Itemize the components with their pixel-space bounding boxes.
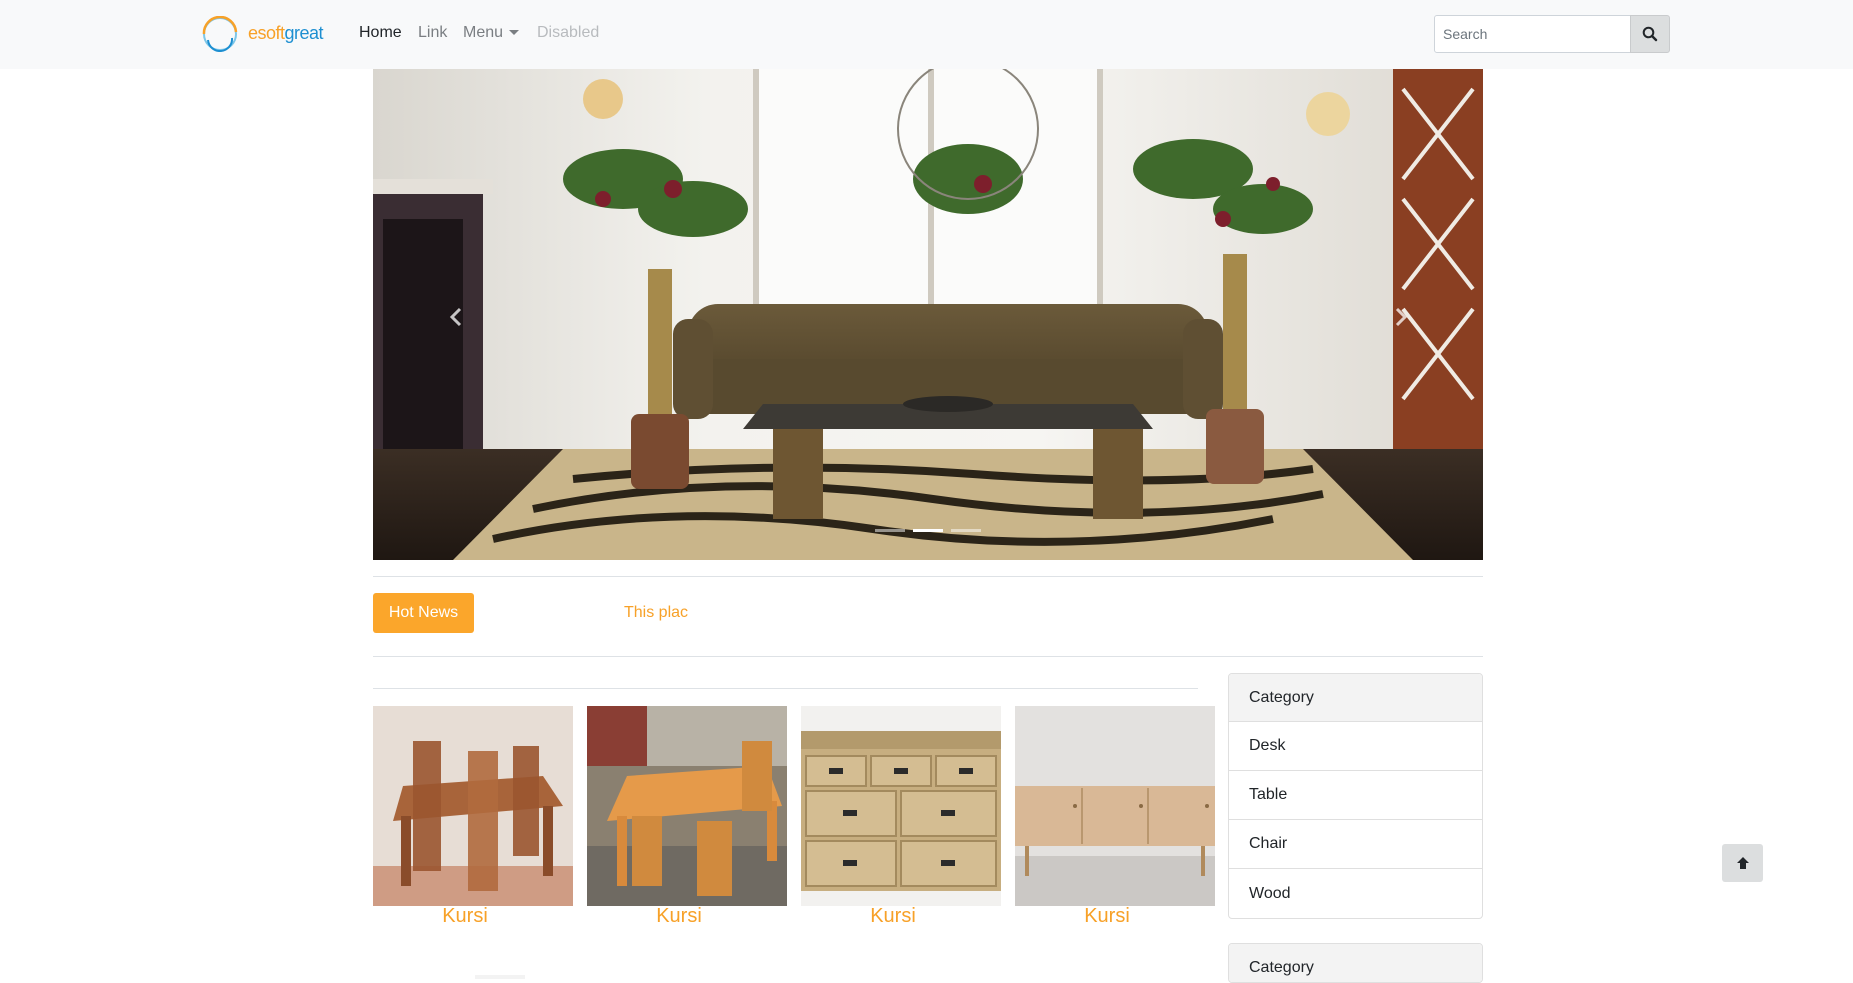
category-item-table[interactable]: Table <box>1229 771 1482 820</box>
navbar: esoftgreat Home Link Menu Disabled <box>0 0 1853 69</box>
carousel-next-button[interactable] <box>1386 302 1416 332</box>
search-input[interactable] <box>1434 15 1631 53</box>
chevron-right-icon <box>1395 307 1408 327</box>
nav-menu-dropdown[interactable]: Menu <box>463 24 520 42</box>
product-name[interactable]: Kursi <box>373 905 557 928</box>
product-card[interactable]: Kursi <box>1015 706 1215 927</box>
category-item-desk[interactable]: Desk <box>1229 722 1482 771</box>
category-item-wood[interactable]: Wood <box>1229 869 1482 918</box>
product-card[interactable]: Kursi <box>801 706 1001 927</box>
carousel-indicator-active[interactable] <box>913 529 943 532</box>
hero-carousel[interactable] <box>373 69 1483 560</box>
logo-swirl-icon <box>202 16 238 52</box>
news-ticker[interactable]: This plac <box>624 604 688 622</box>
product-image[interactable] <box>587 706 787 906</box>
dining-set-photo <box>373 706 573 906</box>
product-image[interactable] <box>801 706 1001 906</box>
sideboard-photo <box>1015 706 1215 906</box>
nav-disabled: Disabled <box>537 24 600 41</box>
dining-set-photo <box>587 706 787 906</box>
brand-name: esoftgreat <box>248 23 324 43</box>
product-card[interactable]: Kursi <box>373 706 573 927</box>
product-name[interactable]: Kursi <box>587 905 771 928</box>
carousel-prev-button[interactable] <box>441 302 471 332</box>
living-room-photo <box>373 69 1483 560</box>
hot-news-badge: Hot News <box>373 593 474 633</box>
caret-down-icon <box>509 30 520 36</box>
nav-link[interactable]: Link <box>418 24 447 42</box>
carousel-indicator[interactable] <box>875 529 905 532</box>
product-name[interactable]: Kursi <box>801 905 985 928</box>
dresser-photo <box>801 706 1001 906</box>
divider <box>373 688 1198 689</box>
chevron-left-icon <box>449 307 462 327</box>
arrow-up-icon <box>1736 857 1749 869</box>
nav-home[interactable]: Home <box>359 24 402 42</box>
product-card[interactable]: Kursi <box>587 706 787 927</box>
product-name[interactable]: Kursi <box>1015 905 1199 928</box>
carousel-indicators <box>373 529 1483 535</box>
brand-logo[interactable]: esoftgreat <box>198 16 324 52</box>
search-button[interactable] <box>1630 15 1670 53</box>
divider <box>373 576 1483 577</box>
category-card-title: Category <box>1229 674 1482 722</box>
category-card: Category Desk Table Chair Wood <box>1228 673 1483 919</box>
back-to-top-button[interactable] <box>1722 844 1763 882</box>
category-item-chair[interactable]: Chair <box>1229 820 1482 869</box>
category-card-title: Category <box>1229 944 1482 982</box>
divider <box>373 656 1483 657</box>
nav-menu-label: Menu <box>463 24 504 41</box>
carousel-indicator[interactable] <box>951 529 981 532</box>
product-image-partial <box>475 975 525 979</box>
product-image[interactable] <box>1015 706 1215 906</box>
product-image[interactable] <box>373 706 573 906</box>
search-icon <box>1642 26 1658 42</box>
category-card: Category <box>1228 943 1483 983</box>
